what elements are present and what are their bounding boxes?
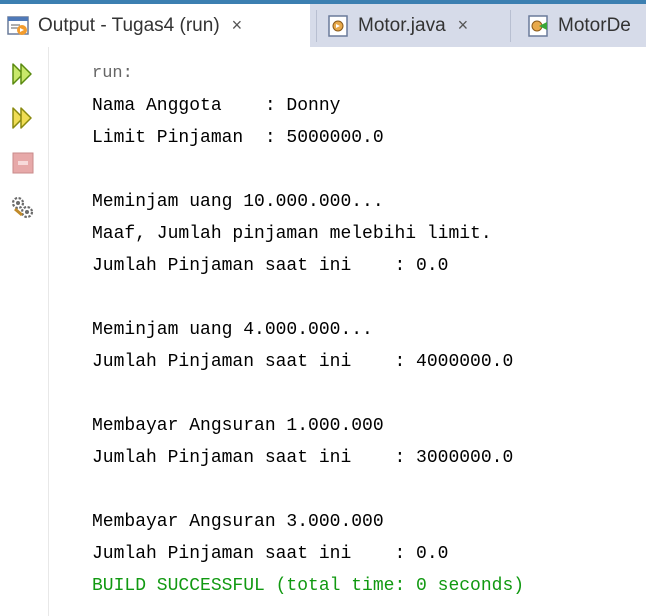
- stop-icon[interactable]: [8, 148, 38, 178]
- settings-icon[interactable]: [8, 192, 38, 222]
- tab-separator: [510, 10, 511, 42]
- output-line: Jumlah Pinjaman saat ini : 3000000.0: [92, 448, 514, 468]
- close-tab-icon[interactable]: ×: [232, 15, 243, 36]
- output-icon: [6, 14, 30, 38]
- output-line: Jumlah Pinjaman saat ini : 0.0: [92, 256, 449, 276]
- rerun-with-options-icon[interactable]: [8, 103, 38, 133]
- tab-output-tugas4[interactable]: Output - Tugas4 (run) ×: [0, 4, 310, 47]
- tab-label: Output - Tugas4 (run): [38, 14, 220, 36]
- output-line: Maaf, Jumlah pinjaman melebihi limit.: [92, 224, 492, 244]
- tab-motorde[interactable]: MotorDe: [522, 4, 631, 47]
- output-line: Membayar Angsuran 1.000.000: [92, 416, 384, 436]
- tab-motor-java[interactable]: Motor.java ×: [320, 4, 468, 47]
- output-line: Limit Pinjaman : 5000000.0: [92, 128, 384, 148]
- output-line: Jumlah Pinjaman saat ini : 4000000.0: [92, 352, 514, 372]
- output-line: Meminjam uang 10.000.000...: [92, 192, 384, 212]
- output-console[interactable]: run: Nama Anggota : Donny Limit Pinjaman :…: [92, 58, 646, 602]
- output-line: Membayar Angsuran 3.000.000: [92, 512, 384, 532]
- rerun-icon[interactable]: [8, 59, 38, 89]
- tab-label: MotorDe: [558, 14, 631, 36]
- output-line: BUILD SUCCESSFUL (total time: 0 seconds): [92, 576, 525, 596]
- close-tab-icon[interactable]: ×: [458, 15, 469, 36]
- output-line: Nama Anggota : Donny: [92, 96, 341, 116]
- output-line: Jumlah Pinjaman saat ini : 0.0: [92, 544, 449, 564]
- java-main-file-icon: [526, 14, 550, 38]
- output-line: Meminjam uang 4.000.000...: [92, 320, 373, 340]
- java-file-icon: [326, 14, 350, 38]
- output-toolbar: [0, 47, 49, 616]
- editor-tab-bar: Output - Tugas4 (run) × Motor.java × Mot…: [0, 0, 646, 47]
- output-line: run:: [92, 64, 133, 83]
- tab-label: Motor.java: [358, 14, 446, 36]
- tab-separator: [316, 10, 317, 42]
